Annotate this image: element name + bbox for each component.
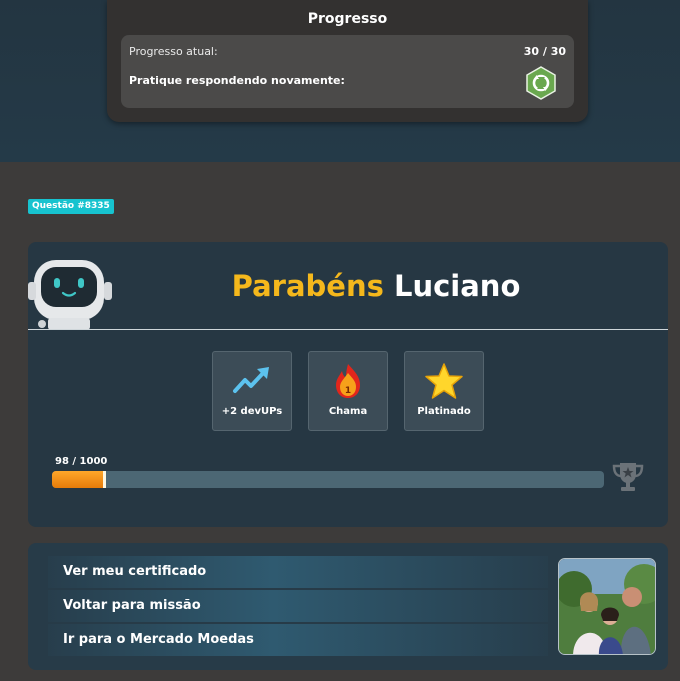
greeting-word: Parabéns: [231, 269, 384, 303]
current-progress-label: Progresso atual:: [129, 45, 218, 58]
xp-progress-fill: [52, 471, 107, 488]
result-card: Parabéns Luciano +2 devUPs 1 Chama Plati…: [28, 242, 668, 527]
progress-title: Progresso: [307, 11, 388, 27]
badge-label: Chama: [328, 406, 368, 417]
link-coin-market[interactable]: Ir para o Mercado Moedas: [48, 624, 548, 656]
badge-devups: +2 devUPs: [212, 351, 292, 431]
retry-button[interactable]: [525, 66, 557, 100]
badge-label: +2 devUPs: [221, 406, 283, 417]
xp-progress-bar: [52, 471, 604, 488]
badge-label: Platinado: [417, 406, 471, 417]
links-card: Ver meu certificado Voltar para missão I…: [28, 543, 668, 670]
trend-up-icon: [233, 367, 269, 393]
link-back-to-mission[interactable]: Voltar para missão: [48, 590, 548, 622]
refresh-hexagon-icon: [526, 66, 556, 100]
xp-label: 98 / 1000: [55, 456, 108, 467]
current-progress-value: 30 / 30: [523, 45, 566, 58]
flame-icon: 1: [336, 364, 360, 398]
trophy-icon: [612, 463, 644, 491]
divider: [28, 329, 668, 330]
star-icon: [425, 363, 463, 399]
flame-count: 1: [345, 386, 351, 396]
question-badge: Questão #8335: [28, 199, 114, 214]
badge-chama: 1 Chama: [308, 351, 388, 431]
link-certificate[interactable]: Ver meu certificado: [48, 556, 548, 588]
congrats-heading: Parabéns Luciano: [28, 269, 668, 303]
user-name: Luciano: [393, 269, 521, 303]
badge-platinado: Platinado: [404, 351, 484, 431]
practice-label: Pratique respondendo novamente:: [129, 74, 345, 87]
progress-card: Progresso Progresso atual: 30 / 30 Prati…: [107, 0, 588, 122]
user-photo: [558, 558, 656, 655]
progress-panel: Progresso atual: 30 / 30 Pratique respon…: [121, 35, 574, 108]
